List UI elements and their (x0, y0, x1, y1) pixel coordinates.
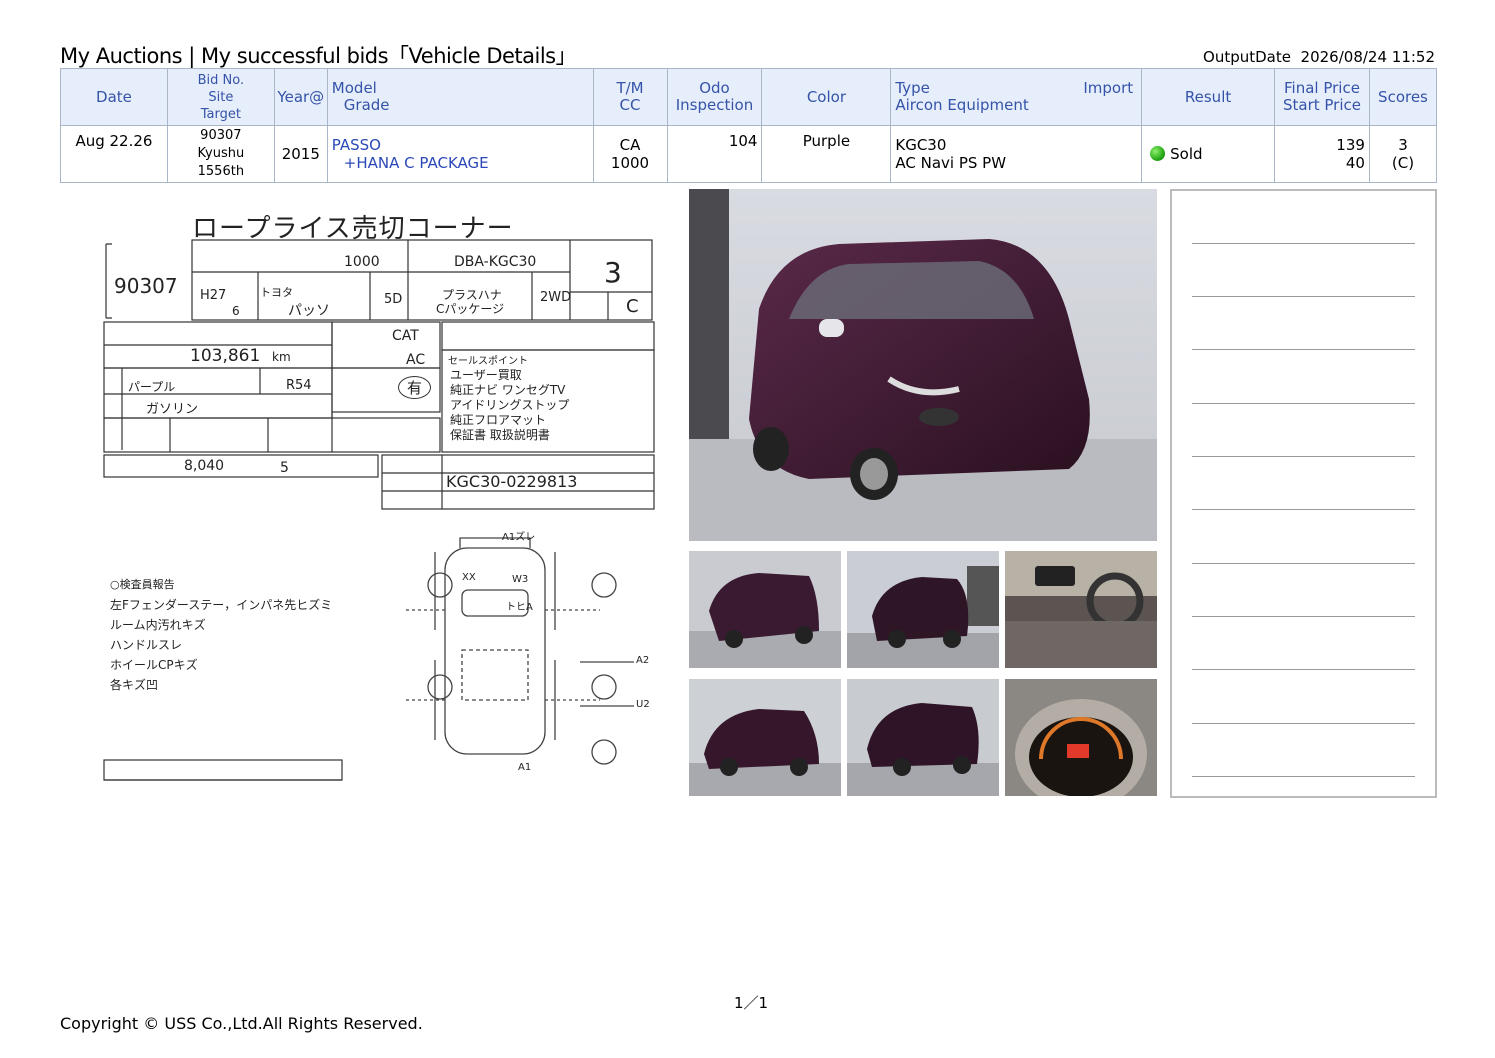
sheet-inspector-note-0: 左Fフェンダーステー，インパネ先ヒズミ (110, 598, 333, 612)
vehicle-thumb-front-left[interactable] (689, 551, 841, 668)
cell-scores: 3 (C) (1368, 125, 1438, 183)
sheet-inspector-note-2: ハンドルスレ (110, 638, 183, 652)
vehicle-table: Date Bid No. Site Target Year@ Model Grade … (60, 68, 1438, 183)
header-date: Date (60, 68, 168, 126)
vehicle-thumb-gauge[interactable] (1005, 679, 1157, 796)
note-line (1192, 296, 1415, 297)
cell-type: KGC30 AC Navi PS PW (890, 125, 1143, 183)
sheet-recycle-fee: 8,040 (184, 458, 225, 474)
model-link[interactable]: PASSO (332, 136, 593, 154)
diagram-mark-6: A1 (518, 762, 532, 773)
sheet-capacity: 5 (280, 460, 289, 476)
sheet-doors: 5D (384, 292, 403, 307)
cell-date: Aug 22.26 (60, 125, 168, 183)
sheet-score: 3 (604, 256, 622, 289)
sheet-inspector-note-3: ホイールCPキズ (110, 658, 198, 672)
header-price: Final Price Start Price (1274, 68, 1370, 126)
cell-bid-no: 90307 Kyushu 1556th (166, 125, 275, 183)
note-line (1192, 509, 1415, 510)
sheet-first-reg: H27 (200, 288, 227, 303)
sheet-inspector-note-4: 各キズ凹 (110, 678, 159, 692)
sheet-grade-2: Cパッケージ (436, 302, 505, 316)
output-date: OutputDate 2026/08/24 11:52 (1203, 48, 1435, 66)
auction-sheet-lines (103, 239, 655, 781)
sheet-aircon: AC (406, 352, 426, 368)
sheet-inspector-note-1: ルーム内汚れキズ (110, 618, 206, 632)
header-color: Color (761, 68, 892, 126)
page-title: My Auctions | My successful bids「Vehicle… (60, 44, 577, 68)
header-tm: T/M CC (592, 68, 668, 126)
note-line (1192, 349, 1415, 350)
vehicle-thumb-rear-right[interactable] (847, 679, 999, 796)
header-year: Year@ (273, 68, 328, 126)
vehicle-thumb-interior[interactable] (1005, 551, 1157, 668)
table-row: Aug 22.26 90307 Kyushu 1556th 2015 PASSO +… (60, 125, 1438, 183)
diagram-mark-2: W3 (512, 574, 529, 585)
sheet-fuel: ガソリン (146, 402, 199, 417)
note-line (1192, 456, 1415, 457)
sheet-first-reg-month: 6 (232, 304, 240, 318)
sheet-header: ロープライス売切コーナー (192, 214, 514, 244)
sheet-manual: 有 (398, 376, 432, 399)
header-model: Model Grade (326, 68, 594, 126)
sheet-drive: 2WD (540, 290, 572, 305)
sheet-sales-point-0: セールスポイント (448, 356, 528, 367)
grade-text: +HANA C PACKAGE (343, 154, 489, 172)
diagram-mark-0: A1ズレ (502, 532, 536, 543)
header-odo: Odo Inspection (666, 68, 763, 126)
sheet-lot-no: 90307 (114, 274, 178, 298)
page-number: 1／1 (734, 994, 769, 1012)
cell-odo: 104 (666, 125, 763, 183)
output-date-label: OutputDate (1203, 48, 1291, 66)
diagram-mark-5: U2 (636, 699, 650, 710)
sheet-shift: CAT (392, 328, 419, 344)
sheet-color-code: R54 (286, 378, 312, 393)
note-line (1192, 403, 1415, 404)
header-bid-no: Bid No. Site Target (166, 68, 275, 126)
sheet-mileage: 103,861 (190, 346, 261, 366)
sheet-car-name: パッソ (288, 303, 330, 319)
vehicle-thumb-side[interactable] (689, 679, 841, 796)
sheet-mileage-unit: km (272, 350, 291, 364)
sheet-model-code: DBA-KGC30 (454, 254, 537, 270)
sheet-maker: トヨタ (260, 286, 293, 299)
copyright: Copyright © USS Co.,Ltd.All Rights Reser… (60, 1014, 423, 1033)
sheet-sales-point-5: 保証書 取扱説明書 (450, 428, 550, 442)
sheet-color: パープル (128, 380, 176, 394)
sheet-displacement: 1000 (344, 254, 380, 270)
cell-color: Purple (761, 125, 892, 183)
cell-price: 139 40 (1274, 125, 1370, 183)
header-result: Result (1141, 68, 1276, 126)
note-line (1192, 243, 1415, 244)
note-line (1192, 616, 1415, 617)
note-line (1192, 669, 1415, 670)
damage-diagram (405, 537, 634, 765)
diagram-mark-4: A2 (636, 655, 650, 666)
auction-sheet-image[interactable]: ロープライス売切コーナー 90307 1000 DBA-KGC30 3 C H2… (100, 200, 656, 796)
note-line (1192, 723, 1415, 724)
cell-model: PASSO +HANA C PACKAGE (326, 125, 594, 183)
sheet-chassis-no: KGC30-0229813 (446, 472, 578, 491)
result-text: Sold (1170, 145, 1203, 163)
diagram-mark-1: XX (462, 572, 476, 583)
diagram-mark-3: トヒA (506, 602, 533, 613)
vehicle-thumb-rear[interactable] (847, 551, 999, 668)
header-scores: Scores (1368, 68, 1438, 126)
note-line (1192, 563, 1415, 564)
header-type: Type Import Aircon Equipment (890, 68, 1143, 126)
cell-tm: CA 1000 (592, 125, 668, 183)
cell-year: 2015 (273, 125, 328, 183)
vehicle-photo-main[interactable] (689, 189, 1157, 541)
sheet-inspector-title: ○検査員報告 (110, 578, 175, 591)
notes-panel (1170, 189, 1437, 798)
table-header-row: Date Bid No. Site Target Year@ Model Grade … (60, 68, 1438, 126)
note-line (1192, 776, 1415, 777)
sold-status-icon (1150, 146, 1166, 161)
output-date-value: 2026/08/24 11:52 (1300, 48, 1435, 66)
cell-result: Sold (1141, 125, 1276, 183)
sheet-interior-score: C (626, 296, 639, 317)
